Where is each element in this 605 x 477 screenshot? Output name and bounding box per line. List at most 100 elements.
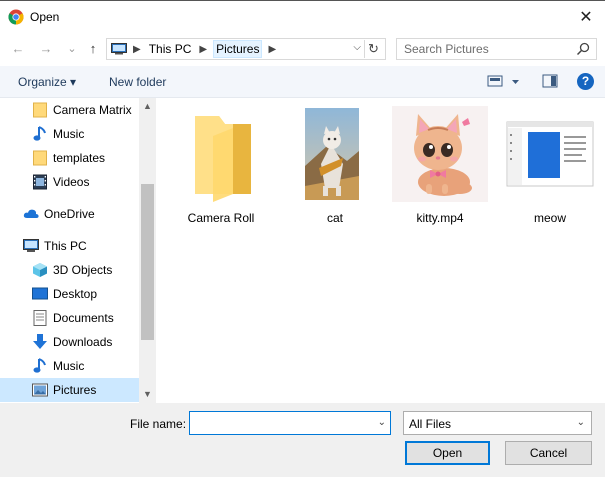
window-title: Open [30, 10, 60, 24]
pc-icon [23, 238, 39, 254]
breadcrumb-separator-icon: ▶ [268, 43, 277, 55]
new-folder-button[interactable]: New folder [109, 75, 166, 89]
breadcrumb-separator-icon: ▶ [133, 43, 141, 55]
sidebar-item-this-pc[interactable]: This PC [0, 234, 140, 258]
pictures-icon [32, 382, 48, 398]
sidebar-item-3d-objects[interactable]: 3D Objects [0, 258, 140, 282]
sidebar-item-label: templates [53, 151, 106, 165]
close-button[interactable]: ✕ [573, 4, 599, 30]
file-name-combobox[interactable]: ⌄ [189, 411, 391, 435]
organize-button[interactable]: Organize ▾ [18, 75, 76, 89]
chevron-down-icon[interactable]: ⌄ [378, 417, 386, 428]
cancel-button[interactable]: Cancel [505, 441, 592, 465]
file-name-label: File name: [130, 417, 187, 431]
sidebar-item-label: Pictures [53, 383, 97, 397]
address-dropdown-icon[interactable]: ⌵ [353, 42, 361, 53]
help-icon: ? [577, 73, 594, 90]
file-type-select[interactable]: All Files ⌄ [403, 411, 592, 435]
view-options-icon [487, 75, 519, 87]
sidebar-item-desktop[interactable]: Desktop [0, 282, 140, 306]
file-item-cat[interactable]: cat [287, 106, 383, 228]
forward-button[interactable]: → [38, 40, 54, 58]
screenshot-thumbnail [506, 121, 594, 187]
file-name: cat [326, 211, 343, 225]
recent-locations-button[interactable]: ⌄ [64, 40, 80, 58]
breadcrumb-pictures[interactable]: Pictures [213, 40, 263, 58]
close-icon: ✕ [579, 9, 593, 26]
breadcrumb-this-pc[interactable]: This PC [147, 40, 194, 58]
sidebar-item-label: Documents [53, 311, 114, 325]
kitty-video-thumbnail [392, 106, 488, 202]
videos-icon [32, 174, 48, 190]
sidebar-item-label: This PC [44, 239, 87, 253]
music-icon [32, 126, 48, 142]
sidebar-item-onedrive[interactable]: OneDrive [0, 202, 140, 226]
sidebar-item-pictures[interactable]: Pictures [0, 378, 140, 402]
arrow-left-icon: ← [11, 41, 25, 56]
file-name-input[interactable] [190, 412, 370, 434]
search-icon [576, 42, 590, 56]
sidebar-item-templates[interactable]: templates [0, 146, 140, 170]
sidebar-item-videos[interactable]: Videos [0, 170, 140, 194]
sidebar-item-label: OneDrive [44, 207, 95, 221]
sidebar-item-label: Music [53, 359, 85, 373]
sidebar-item-label: Desktop [53, 287, 98, 301]
command-toolbar: Organize ▾ New folder ? [0, 66, 605, 98]
file-item-camera-roll[interactable]: Camera Roll [173, 106, 269, 228]
breadcrumb-separator-icon: ▶ [199, 43, 208, 55]
sidebar-item-music[interactable]: Music [0, 354, 140, 378]
sidebar-scrollbar[interactable]: ▲ ▼ [139, 98, 156, 403]
file-dialog-footer: File name: ⌄ All Files ⌄ Open Cancel [0, 403, 605, 477]
search-input[interactable] [397, 39, 567, 59]
file-list: Camera Roll cat kitty.mp4 meow [156, 98, 605, 403]
sidebar-item-music[interactable]: Music [0, 122, 140, 146]
documents-icon [32, 310, 48, 326]
cloud-icon [23, 206, 39, 222]
back-button[interactable]: ← [10, 40, 26, 58]
search-box[interactable] [396, 38, 597, 60]
scrollbar-thumb[interactable] [141, 184, 154, 340]
sidebar-item-label: 3D Objects [53, 263, 113, 277]
preview-pane-button[interactable] [542, 73, 558, 92]
file-item-meow[interactable]: meow [502, 106, 598, 228]
folder-icon [32, 102, 48, 118]
chevron-down-icon: ⌄ [576, 417, 585, 428]
refresh-icon: ↻ [368, 41, 379, 56]
sidebar-item-label: Videos [53, 175, 90, 189]
downloads-icon [32, 334, 48, 350]
file-item-kitty-mp4[interactable]: kitty.mp4 [392, 106, 488, 228]
file-name: kitty.mp4 [416, 211, 464, 225]
sidebar-item-label: Music [53, 127, 85, 141]
desktop-icon [32, 286, 48, 302]
arrow-up-icon: ↑ [89, 41, 97, 56]
sidebar-item-label: Camera Matrix [53, 103, 132, 117]
sidebar-item-documents[interactable]: Documents [0, 306, 140, 330]
chrome-icon [8, 9, 24, 25]
preview-pane-icon [542, 74, 558, 88]
file-name: meow [533, 211, 566, 225]
address-bar[interactable]: ▶ This PC ▶ Pictures ▶ ⌵ ↻ [106, 38, 386, 60]
folder-icon [32, 150, 48, 166]
scroll-up-arrow-icon[interactable]: ▲ [139, 98, 156, 115]
music-icon [32, 358, 48, 374]
arrow-right-icon: → [39, 41, 53, 56]
help-button[interactable]: ? [577, 73, 594, 90]
cube-icon [32, 262, 48, 278]
sidebar-item-label: Downloads [53, 335, 113, 349]
scroll-down-arrow-icon[interactable]: ▼ [139, 386, 156, 403]
navigation-bar: ← → ⌄ ↑ ▶ This PC ▶ Pictures ▶ ⌵ ↻ [0, 32, 605, 66]
sidebar-item-downloads[interactable]: Downloads [0, 330, 140, 354]
folder-icon [195, 116, 251, 202]
navigation-pane: Camera Matrix Music templates Videos One… [0, 98, 156, 403]
refresh-button[interactable]: ↻ [364, 40, 382, 58]
pc-icon [111, 43, 127, 55]
sidebar-item-camera-matrix[interactable]: Camera Matrix [0, 98, 140, 122]
change-view-button[interactable] [487, 73, 521, 92]
file-name: Camera Roll [187, 211, 255, 225]
open-button[interactable]: Open [405, 441, 490, 465]
file-type-value: All Files [409, 417, 452, 431]
cat-image-thumbnail [305, 108, 359, 200]
chevron-down-icon: ⌄ [67, 43, 77, 55]
up-button[interactable]: ↑ [85, 40, 101, 58]
title-bar: Open ✕ [0, 0, 605, 32]
